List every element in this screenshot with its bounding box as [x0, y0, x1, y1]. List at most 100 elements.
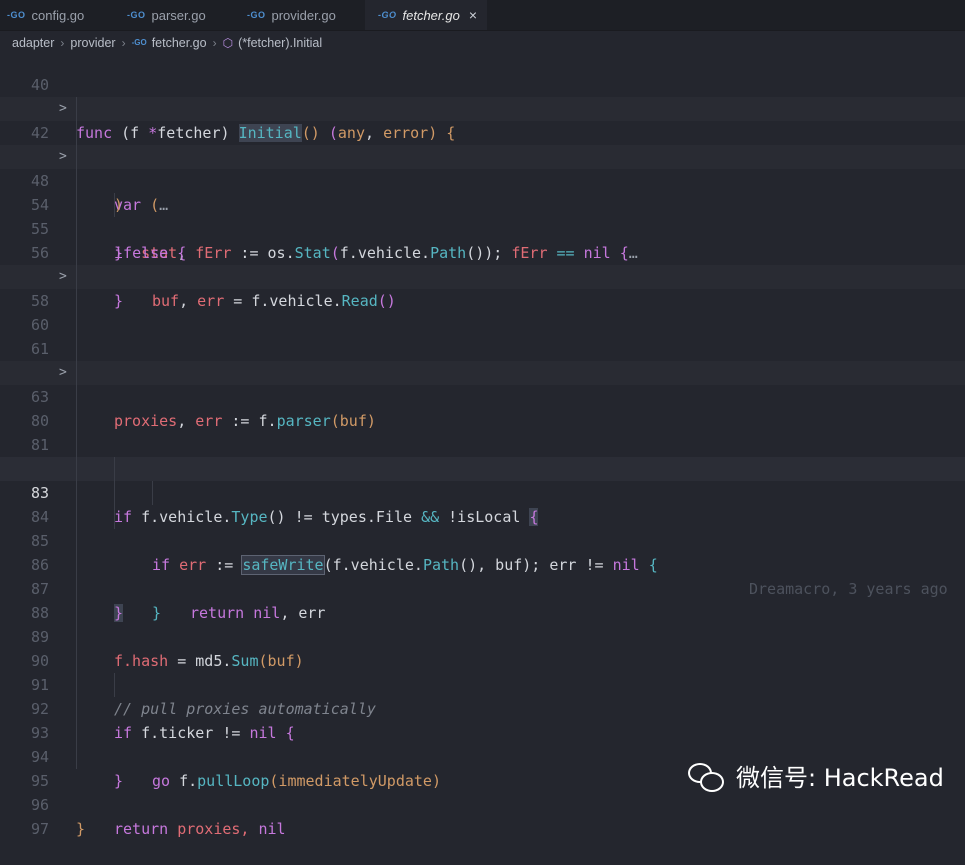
code-line: 55 buf, err = f.vehicle.Read(): [0, 193, 965, 310]
code-line: 48 > if stat, fErr := os.Stat(f.vehicle.…: [0, 145, 965, 262]
code-line: 63 > if err != nil {…: [0, 361, 965, 478]
code-line: 47 ): [0, 121, 965, 214]
code-line: 81: [0, 409, 965, 454]
wechat-icon: [686, 760, 726, 792]
code-line: 61: [0, 313, 965, 358]
tab-config-go[interactable]: -GO config.go: [0, 0, 119, 30]
code-line: 91 if f.ticker != nil {: [0, 649, 965, 742]
code-line: 40: [0, 49, 965, 94]
indent-guide: [76, 313, 77, 337]
watermark-text: 微信号: HackRead: [736, 764, 944, 792]
code-line: 87: [0, 553, 965, 598]
code-text: return proxies, nil: [114, 817, 286, 841]
indent-guide: [114, 505, 115, 529]
indent-guide: [76, 481, 77, 505]
tab-label: config.go: [31, 7, 85, 23]
code-line: 80 }: [0, 385, 965, 478]
code-line: 60 }: [0, 289, 965, 382]
indent-guide: [76, 361, 77, 385]
tab-parser-go[interactable]: -GO parser.go: [119, 0, 240, 30]
indent-guide: [76, 385, 77, 409]
indent-guide: [76, 553, 77, 577]
code-line: 57: [0, 241, 965, 286]
go-file-icon: -GO: [7, 10, 26, 20]
indent-guide: [76, 121, 77, 145]
indent-guide: [76, 673, 77, 697]
code-line: 97: [0, 793, 965, 838]
chevron-right-icon[interactable]: >: [59, 145, 67, 169]
indent-guide: [76, 193, 77, 217]
tab-fetcher-go[interactable]: -GO fetcher.go ×: [365, 0, 487, 30]
watermark: 微信号: HackRead: [686, 758, 944, 793]
indent-guide: [76, 265, 77, 289]
token: proxies,: [177, 820, 259, 838]
indent-guide: [76, 145, 77, 169]
go-file-icon: -GO: [247, 10, 266, 20]
tab-bar: -GO config.go -GO parser.go -GO provider…: [0, 0, 965, 31]
tab-label: provider.go: [271, 7, 336, 23]
indent-guide: [152, 481, 153, 505]
go-file-icon: -GO: [127, 10, 146, 20]
indent-guide: [76, 97, 77, 121]
indent-guide: [76, 721, 77, 745]
indent-guide: [76, 169, 77, 193]
code-editor[interactable]: 40 41 func (f *fetcher) Initial() (any, …: [0, 49, 965, 838]
code-line: 94: [0, 721, 965, 766]
indent-guide: [114, 457, 115, 481]
go-file-icon: -GO: [131, 38, 147, 47]
code-line: 54 } else {: [0, 169, 965, 262]
indent-guide: [76, 457, 77, 481]
code-line: 42 > var (…: [0, 97, 965, 214]
code-line: 56 }: [0, 217, 965, 310]
indent-guide: [114, 193, 115, 217]
chevron-right-icon: ›: [212, 35, 217, 50]
code-line: 62 proxies, err := f.parser(buf): [0, 337, 965, 430]
breadcrumb-item-file[interactable]: fetcher.go: [152, 36, 207, 50]
code-line: 84 return nil, err: [0, 481, 965, 622]
indent-guide: [76, 217, 77, 241]
code-line: 89: [0, 601, 965, 646]
chevron-right-icon: ›: [60, 35, 65, 50]
code-line: 41 func (f *fetcher) Initial() (any, err…: [0, 73, 965, 142]
chevron-right-icon[interactable]: >: [59, 265, 67, 289]
code-line: 88 f.hash = md5.Sum(buf): [0, 577, 965, 670]
code-line: 90 // pull proxies automatically: [0, 625, 965, 718]
indent-guide: [76, 289, 77, 313]
indent-guide: [76, 601, 77, 625]
indent-guide: [76, 625, 77, 649]
indent-guide: [76, 529, 77, 553]
chevron-right-icon[interactable]: >: [59, 361, 67, 385]
indent-guide: [76, 745, 77, 769]
indent-guide: [76, 433, 77, 457]
code-line-current: 83 if err := safeWrite(f.vehicle.Path(),…: [0, 457, 965, 598]
indent-guide: [76, 337, 77, 361]
breadcrumb-item-symbol[interactable]: (*fetcher).Initial: [238, 36, 322, 50]
code-line: 93 }: [0, 697, 965, 790]
method-cube-icon: ⬡: [222, 35, 234, 50]
code-line: 85 }: [0, 505, 965, 622]
indent-guide: [76, 505, 77, 529]
code-line: 86 }: [0, 529, 965, 622]
code-line: 58 > if err != nil {…: [0, 265, 965, 382]
go-file-icon: -GO: [378, 10, 397, 20]
indent-guide: [76, 649, 77, 673]
indent-guide: [114, 481, 115, 505]
tab-label: fetcher.go: [402, 7, 460, 23]
token: return: [114, 820, 178, 838]
token: }: [76, 820, 86, 838]
close-icon[interactable]: ×: [469, 7, 477, 23]
code-line: 82 if f.vehicle.Type() != types.File && …: [0, 433, 965, 526]
indent-guide: [76, 697, 77, 721]
indent-guide: [76, 241, 77, 265]
chevron-right-icon[interactable]: >: [59, 97, 67, 121]
code-text: }: [76, 817, 85, 841]
tab-label: parser.go: [151, 7, 206, 23]
breadcrumb-item-adapter[interactable]: adapter: [12, 36, 54, 50]
indent-guide: [76, 409, 77, 433]
tab-provider-go[interactable]: -GO provider.go: [240, 0, 365, 30]
indent-guide: [114, 673, 115, 697]
breadcrumb-item-provider[interactable]: provider: [70, 36, 115, 50]
code-line: 92 go f.pullLoop(immediatelyUpdate): [0, 673, 965, 790]
line-number: 97: [30, 820, 49, 838]
chevron-right-icon: ›: [121, 35, 126, 50]
